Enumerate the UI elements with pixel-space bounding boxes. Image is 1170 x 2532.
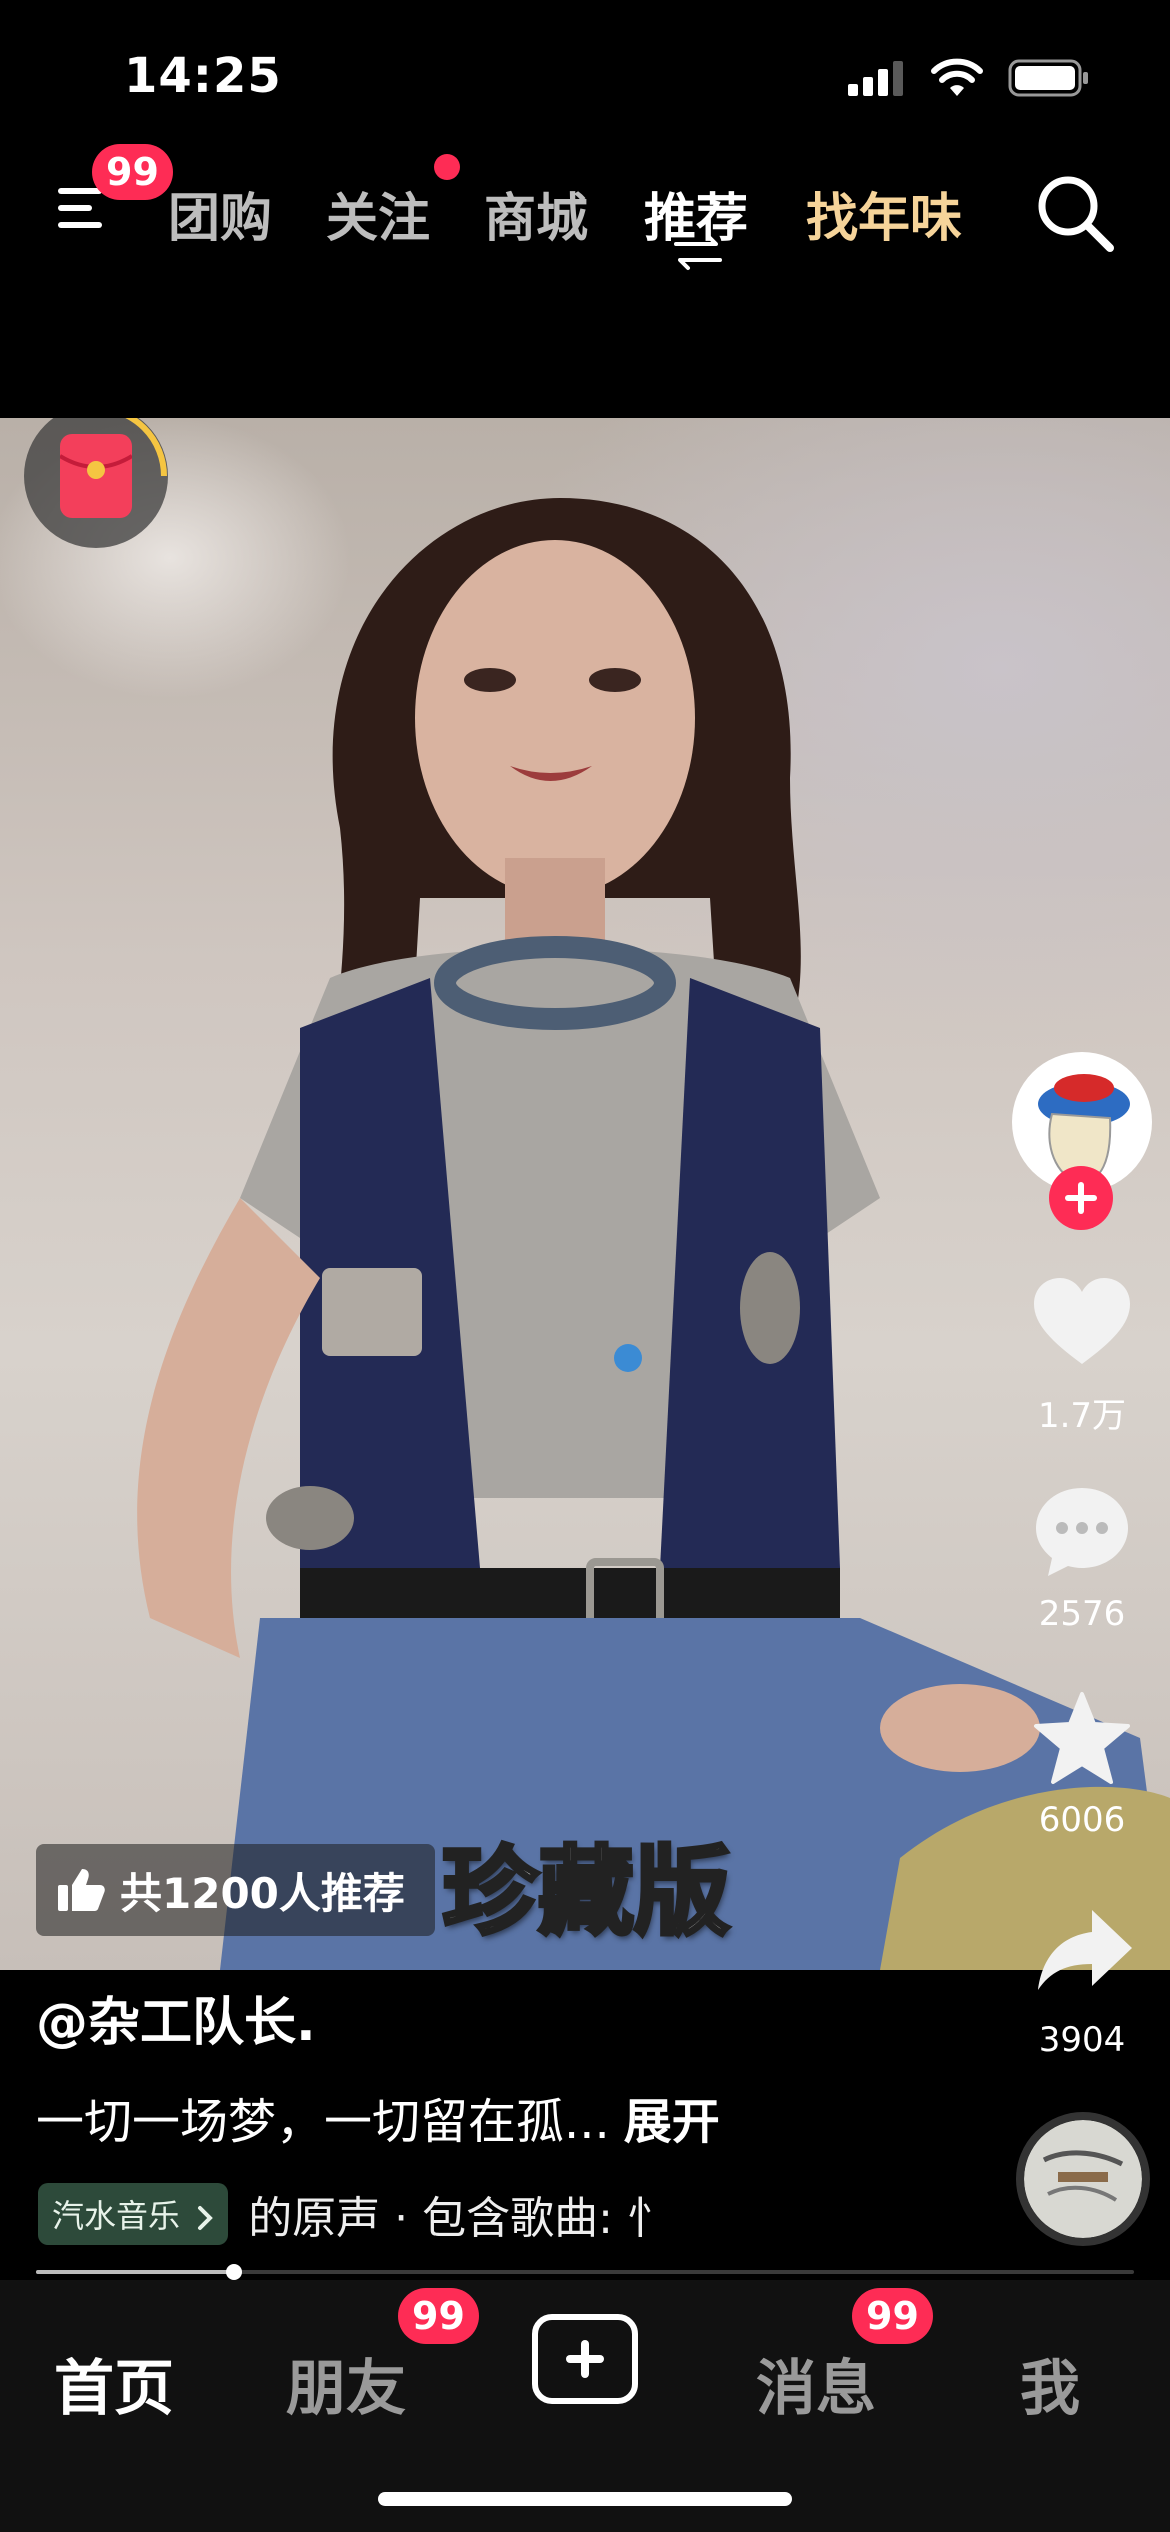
tab-messages[interactable]: 消息: [756, 2340, 876, 2427]
music-text: 的原声 · 包含歌曲: 忄: [248, 2193, 671, 2244]
search-button[interactable]: [1032, 170, 1122, 260]
video-frame-portrait: [137, 498, 1170, 1970]
tab-me[interactable]: 我: [1020, 2340, 1080, 2427]
like-button[interactable]: [1032, 1276, 1132, 1372]
favorite-count: 6006: [1038, 1800, 1126, 1840]
messages-badge: 99: [852, 2288, 933, 2344]
music-app-label: 汽水音乐: [52, 2197, 181, 2235]
video-player[interactable]: 共1200人推荐 珍藏版: [0, 418, 1170, 1970]
tab-group-buy[interactable]: 团购: [168, 176, 272, 251]
home-indicator: [378, 2492, 792, 2506]
recommend-pill[interactable]: 共1200人推荐: [36, 1844, 435, 1936]
progress-knob[interactable]: [225, 2264, 242, 2280]
music-disc-art: [1024, 2120, 1142, 2238]
comment-count: 2576: [1038, 1594, 1126, 1634]
music-disc[interactable]: [1016, 2112, 1150, 2246]
follow-button[interactable]: [1049, 1166, 1113, 1230]
video-description: 一切一场梦，一切留在孤... 展开: [36, 2082, 720, 2152]
status-time: 14:25: [124, 48, 282, 104]
menu-badge: 99: [92, 144, 173, 200]
playback-progress[interactable]: [36, 2264, 1134, 2280]
plus-icon: [566, 2340, 604, 2378]
status-icons: [848, 58, 1090, 98]
share-arrow-icon: [1038, 1910, 1132, 1990]
wifi-icon: [931, 58, 983, 96]
tab-following[interactable]: 关注: [326, 176, 430, 251]
favorite-button[interactable]: [1032, 1690, 1132, 1786]
chevron-right-icon: [198, 2206, 214, 2230]
battery-icon: [1008, 59, 1088, 97]
like-count: 1.7万: [1037, 1396, 1127, 1436]
swap-arrows-icon: [674, 234, 722, 270]
create-button[interactable]: [532, 2314, 638, 2404]
music-row[interactable]: 汽水音乐 的原声 · 包含歌曲: 忄: [38, 2182, 671, 2246]
plus-icon: [1065, 1182, 1097, 1214]
comment-icon: [1036, 1488, 1128, 1576]
red-packet-icon: [60, 434, 132, 518]
thumbs-up-icon: [58, 1869, 105, 1911]
video-overlay-title: 珍藏版: [440, 1834, 732, 1950]
share-button[interactable]: [1036, 1906, 1136, 2002]
progress-fill: [36, 2270, 234, 2274]
tab-friends[interactable]: 朋友: [286, 2340, 406, 2427]
search-icon: [1038, 176, 1114, 252]
top-nav: 99 团购 关注 商城 推荐 找年味: [0, 144, 1170, 270]
star-icon: [1034, 1692, 1130, 1784]
heart-icon: [1034, 1278, 1130, 1364]
following-dot: [434, 154, 460, 180]
red-packet-widget[interactable]: [24, 418, 168, 548]
tab-mall[interactable]: 商城: [484, 176, 588, 251]
tab-home[interactable]: 首页: [54, 2340, 174, 2427]
description-text: 一切一场梦，一切留在孤...: [36, 2094, 610, 2150]
music-app-chip[interactable]: 汽水音乐: [38, 2183, 229, 2245]
share-count: 3904: [1038, 2020, 1126, 2060]
recommend-count-text: 共1200人推荐: [120, 1868, 405, 1918]
expand-link[interactable]: 展开: [624, 2094, 720, 2150]
author-name[interactable]: @杂工队长.: [36, 1980, 316, 2055]
friends-badge: 99: [398, 2288, 479, 2344]
tab-new-year[interactable]: 找年味: [806, 176, 962, 251]
cellular-signal-icon: [848, 61, 903, 96]
comment-button[interactable]: [1032, 1484, 1132, 1580]
